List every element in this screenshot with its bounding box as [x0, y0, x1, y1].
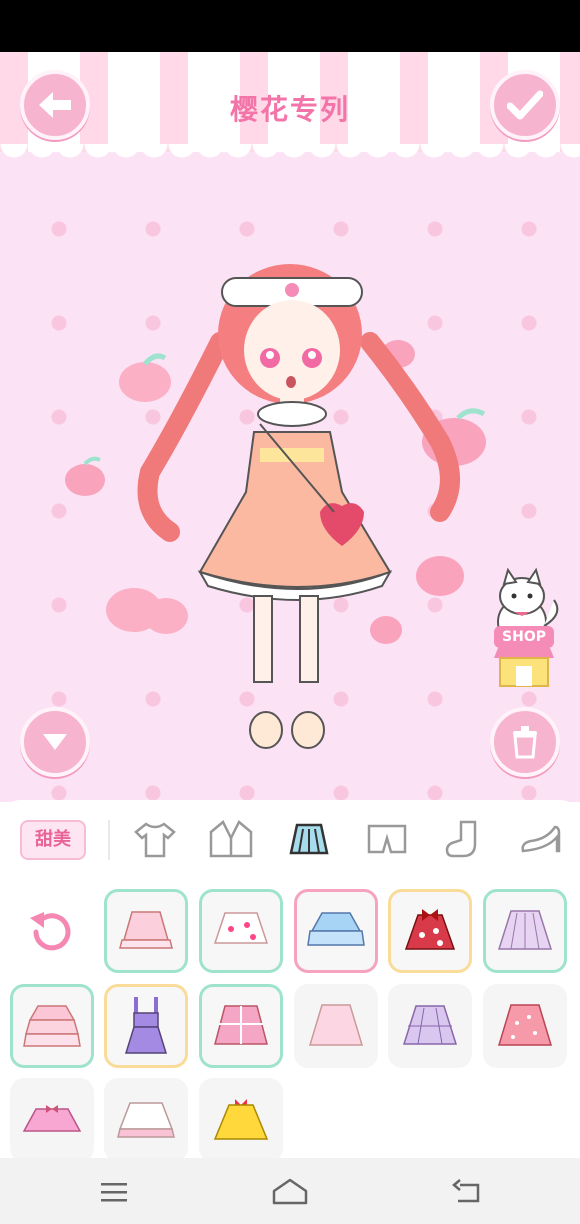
- category-shoes[interactable]: [518, 818, 564, 862]
- skirt-blue-tiered-icon: [307, 912, 365, 946]
- category-coat[interactable]: [208, 818, 254, 862]
- reset-button[interactable]: [22, 904, 80, 962]
- skirt-red-polka-bow-icon: [404, 909, 456, 950]
- coat-icon: [209, 820, 253, 858]
- shop-button[interactable]: SHOP: [494, 626, 554, 688]
- skirt-lavender-plaid-icon: [402, 1005, 458, 1045]
- top-icon: [134, 822, 176, 858]
- item-skirt-white-strawberry[interactable]: [199, 889, 283, 973]
- back-nav-button[interactable]: [446, 1176, 486, 1208]
- skirt-purple-overall-icon: [124, 997, 168, 1054]
- dressup-stage: SHOP: [0, 52, 580, 802]
- item-skirt-pink-bow-short[interactable]: [10, 1078, 94, 1162]
- category-skirt[interactable]: [286, 818, 332, 862]
- skirt-white-pink-lace-icon: [117, 1102, 175, 1138]
- category-socks[interactable]: [442, 818, 488, 862]
- skirt-lilac-pleated-icon: [497, 910, 553, 950]
- system-nav-bar: [0, 1158, 580, 1224]
- peach-decoration: [65, 456, 105, 496]
- checkmark-icon: [507, 90, 543, 120]
- item-skirt-coral-dots[interactable]: [483, 984, 567, 1068]
- item-skirt-white-pink-lace[interactable]: [104, 1078, 188, 1162]
- recent-apps-button[interactable]: [94, 1176, 134, 1208]
- skirt-pink-ruffle-icon: [119, 911, 173, 949]
- skirt-icon: [289, 823, 329, 855]
- menu-icon: [101, 1183, 127, 1202]
- item-skirt-yellow-bow[interactable]: [199, 1078, 283, 1162]
- character-avatar[interactable]: [120, 222, 480, 762]
- trash-button[interactable]: [490, 707, 560, 777]
- item-skirt-pink-ruffle[interactable]: [104, 889, 188, 973]
- home-button[interactable]: [270, 1176, 310, 1208]
- awning-scallop: [0, 144, 580, 168]
- category-shorts[interactable]: [364, 818, 410, 862]
- home-icon: [272, 1178, 308, 1205]
- trash-icon: [513, 726, 537, 759]
- confirm-button[interactable]: [490, 70, 560, 140]
- shoe-icon: [521, 825, 561, 853]
- item-skirt-blue-tiered[interactable]: [294, 889, 378, 973]
- item-skirt-pink-plaid[interactable]: [199, 984, 283, 1068]
- item-skirt-lavender-plaid[interactable]: [388, 984, 472, 1068]
- collapse-button[interactable]: [20, 707, 90, 777]
- skirt-yellow-bow-icon: [213, 1099, 269, 1140]
- style-tag[interactable]: 甜美: [20, 820, 86, 860]
- refresh-icon: [30, 912, 71, 951]
- item-skirt-lilac-pleated[interactable]: [483, 889, 567, 973]
- return-icon: [452, 1179, 480, 1203]
- item-skirt-pink-tiered[interactable]: [10, 984, 94, 1068]
- skirt-pink-plaid-icon: [214, 1005, 268, 1045]
- skirt-white-strawberry-icon: [213, 912, 269, 944]
- category-top[interactable]: [132, 818, 178, 862]
- shorts-icon: [367, 824, 407, 854]
- skirt-pink-tiered-icon: [23, 1005, 81, 1047]
- skirt-coral-dots-icon: [497, 1004, 553, 1046]
- item-skirt-purple-overall[interactable]: [104, 984, 188, 1068]
- sock-icon: [445, 820, 477, 858]
- skirt-light-pink-icon: [308, 1004, 364, 1046]
- item-skirt-red-polka-bow[interactable]: [388, 889, 472, 973]
- triangle-down-icon: [43, 734, 67, 750]
- item-skirt-light-pink[interactable]: [294, 984, 378, 1068]
- divider: [108, 820, 110, 860]
- skirt-pink-bow-short-icon: [22, 1105, 82, 1132]
- status-bar: [0, 0, 580, 52]
